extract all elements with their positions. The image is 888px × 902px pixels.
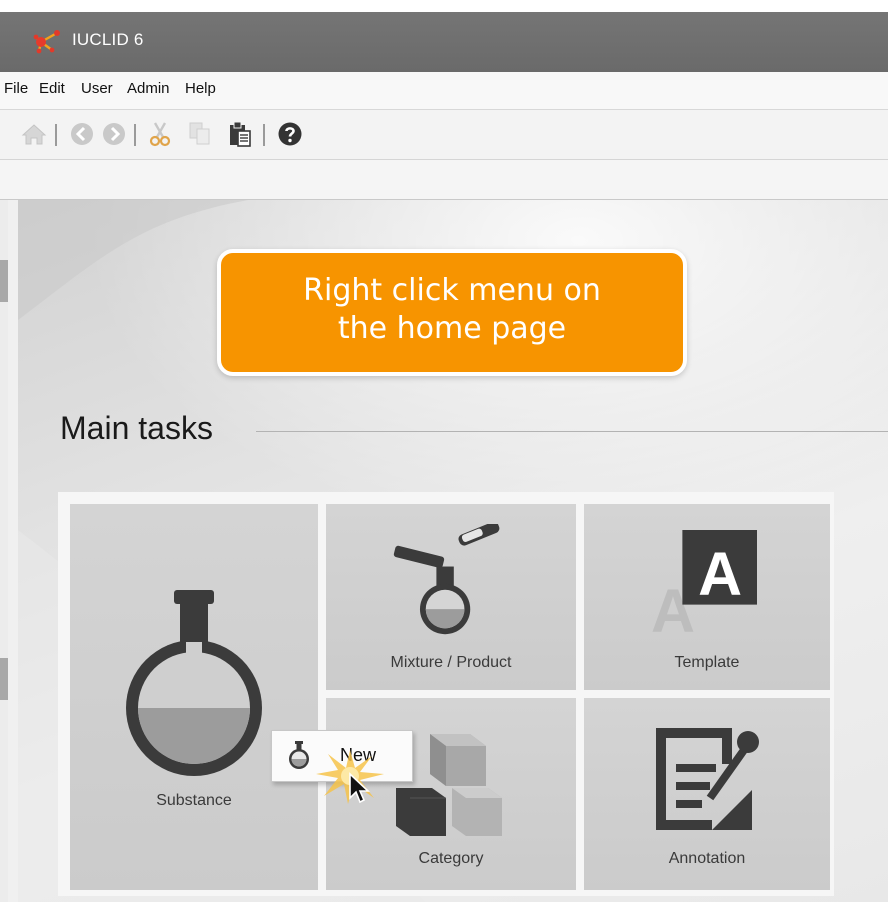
tile-template-label: Template xyxy=(674,654,740,671)
home-icon[interactable] xyxy=(20,120,48,148)
title-bar: IUCLID 6 xyxy=(0,12,888,72)
cut-icon[interactable] xyxy=(146,120,174,148)
main-tasks-heading: Main tasks xyxy=(60,410,213,446)
forward-icon[interactable] xyxy=(100,120,128,148)
mouse-cursor-icon xyxy=(349,772,370,804)
edge-marker xyxy=(0,260,8,302)
menu-file[interactable]: File xyxy=(4,80,28,97)
svg-text:A: A xyxy=(698,540,742,608)
toolbar-separator xyxy=(263,124,265,146)
edge-marker xyxy=(0,658,8,700)
tile-annotation[interactable]: Annotation xyxy=(584,698,830,890)
mixture-icon xyxy=(393,524,500,635)
tile-category-label: Category xyxy=(418,850,484,867)
iuclid-logo-icon xyxy=(33,30,60,54)
section-divider xyxy=(256,431,888,432)
menu-admin[interactable]: Admin xyxy=(127,80,170,97)
back-icon[interactable] xyxy=(68,120,96,148)
app-window: IUCLID 6 File Edit User Admin Help Right… xyxy=(0,12,888,902)
tile-substance-label: Substance xyxy=(156,792,232,809)
menu-help[interactable]: Help xyxy=(185,80,216,97)
template-icon: A A xyxy=(651,530,757,638)
navigation-bar xyxy=(0,160,888,200)
flask-icon xyxy=(126,590,262,776)
menu-bar: File Edit User Admin Help xyxy=(0,72,888,110)
callout-line-2: the home page xyxy=(337,311,567,346)
main-tasks-grid: Substance Mixture / Product A A Template… xyxy=(58,492,834,896)
help-icon[interactable] xyxy=(276,120,304,148)
tile-template[interactable]: A A Template xyxy=(584,504,830,690)
annotation-icon xyxy=(656,728,759,830)
paste-icon[interactable] xyxy=(226,120,254,148)
tile-mixture-label: Mixture / Product xyxy=(390,654,512,671)
menu-user[interactable]: User xyxy=(81,80,113,97)
callout-line-1: Right click menu on xyxy=(303,273,601,308)
home-page: Right click menu on the home page Main t… xyxy=(18,200,888,902)
tile-substance[interactable]: Substance xyxy=(70,504,318,890)
menu-edit[interactable]: Edit xyxy=(39,80,65,97)
toolbar-separator xyxy=(134,124,136,146)
toolbar xyxy=(0,110,888,160)
copy-icon[interactable] xyxy=(186,120,214,148)
app-title: IUCLID 6 xyxy=(72,30,144,49)
left-window-edge xyxy=(0,176,8,902)
flask-icon xyxy=(289,741,309,769)
orange-callout: Right click menu on the home page xyxy=(217,249,687,376)
tile-annotation-label: Annotation xyxy=(668,850,746,867)
toolbar-separator xyxy=(55,124,57,146)
tile-mixture-product[interactable]: Mixture / Product xyxy=(326,504,576,690)
